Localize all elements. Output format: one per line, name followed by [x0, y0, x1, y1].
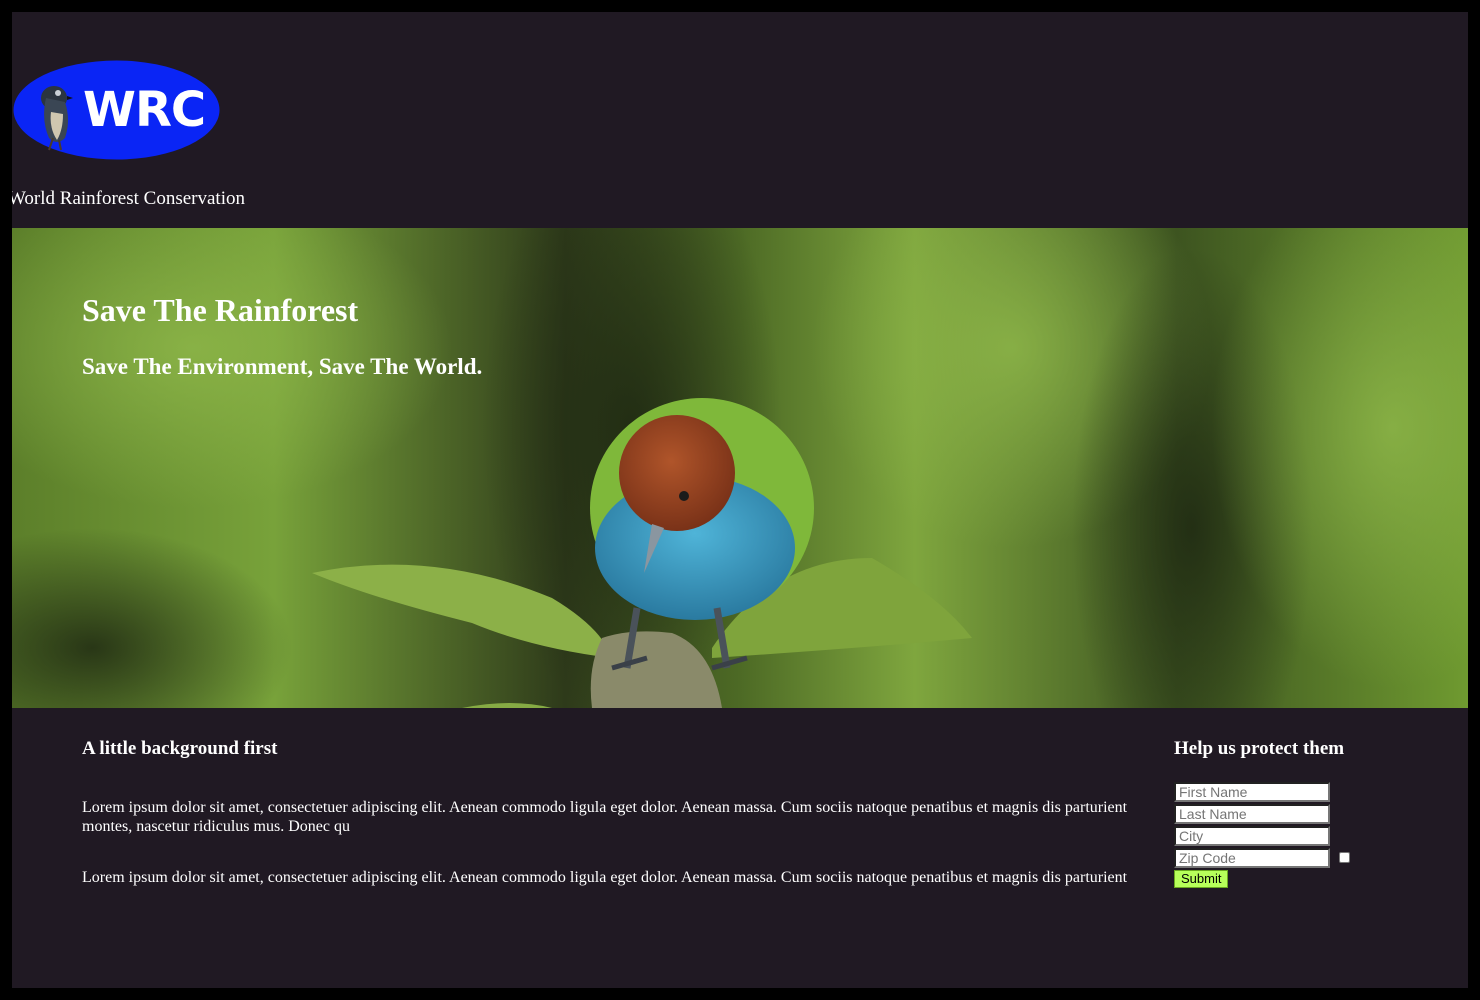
submit-button[interactable]: Submit: [1174, 870, 1229, 888]
site-header: WRC World Rainforest Conservation: [12, 12, 1468, 228]
background-heading: A little background first: [82, 738, 278, 759]
background-paragraph: Lorem ipsum dolor sit amet, consectetuer…: [82, 799, 1128, 835]
signup-form: Submit: [1174, 782, 1374, 888]
city-field[interactable]: [1174, 826, 1330, 846]
page-frame: WRC World Rainforest Conservation Save T…: [12, 12, 1468, 988]
signup-heading: Help us protect them: [1174, 738, 1345, 759]
last-name-field[interactable]: [1174, 804, 1330, 824]
site-name: World Rainforest Conservation: [12, 188, 245, 209]
hero-subtitle: Save The Environment, Save The World.: [82, 354, 483, 379]
zip-code-field[interactable]: [1174, 848, 1330, 868]
logo-text: WRC: [83, 82, 206, 138]
hero-banner: Save The Rainforest Save The Environment…: [12, 228, 1468, 708]
first-name-field[interactable]: [1174, 782, 1330, 802]
wrc-logo[interactable]: WRC: [13, 60, 220, 160]
subscribe-checkbox[interactable]: [1339, 852, 1350, 863]
background-paragraph: Lorem ipsum dolor sit amet, consectetuer…: [82, 869, 1128, 886]
main-content: A little background first Lorem ipsum do…: [12, 708, 1468, 988]
hero-title: Save The Rainforest: [82, 292, 359, 328]
zip-row: [1174, 848, 1374, 870]
